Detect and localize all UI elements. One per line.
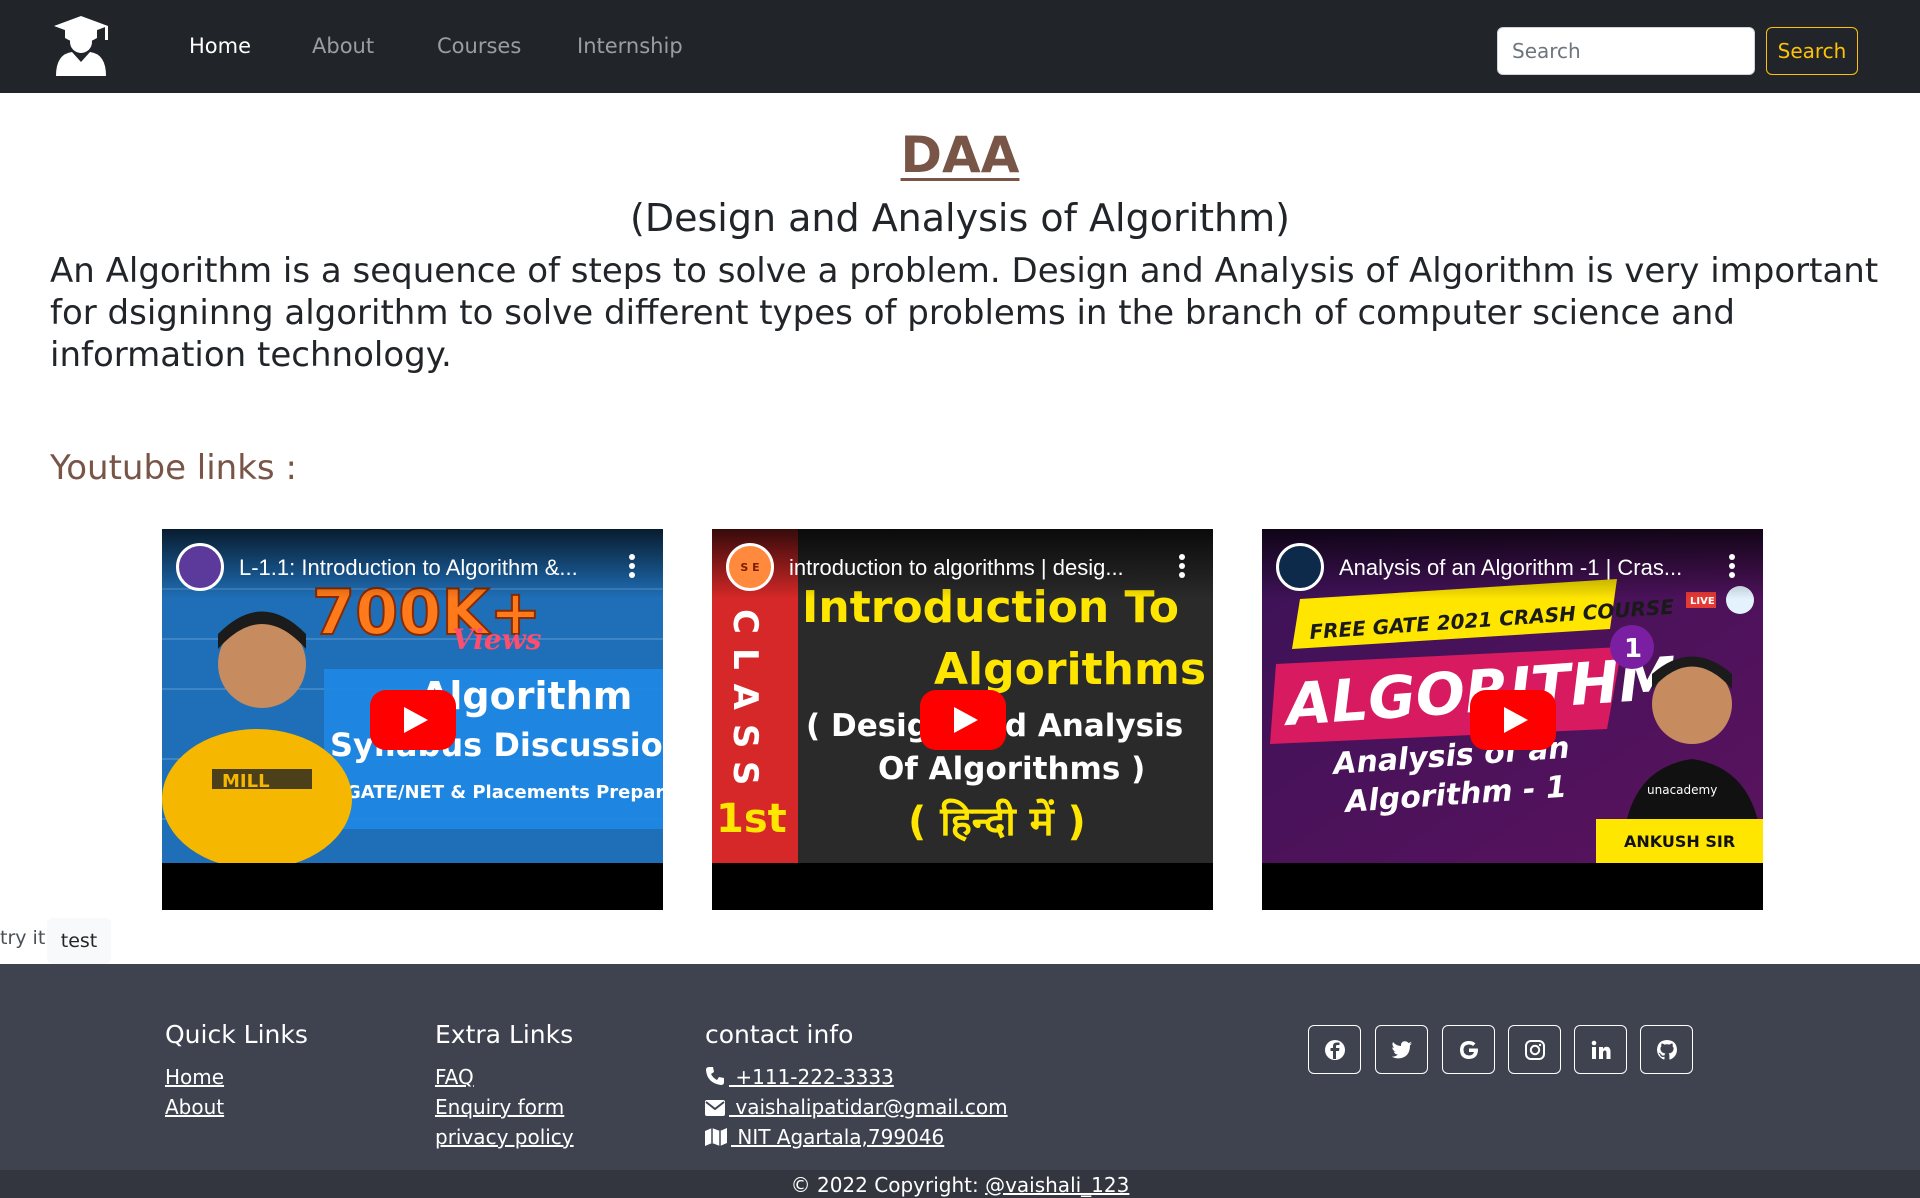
more-options-icon[interactable] <box>1722 551 1742 581</box>
github-icon[interactable] <box>1640 1025 1693 1074</box>
footer: Quick Links Home About Extra Links FAQ E… <box>0 964 1920 1198</box>
quick-links-heading: Quick Links <box>165 1020 308 1049</box>
contact-address[interactable]: NIT Agartala,799046 <box>705 1125 944 1149</box>
contact-info-heading: contact info <box>705 1020 854 1049</box>
page-title: DAA <box>900 126 1020 184</box>
copyright: © 2022 Copyright: @vaishali_123 <box>790 1173 1130 1197</box>
footer-link-privacy-policy[interactable]: privacy policy <box>435 1125 574 1149</box>
svg-text:Views: Views <box>452 623 542 656</box>
play-button-icon[interactable] <box>920 690 1006 750</box>
svg-text:GATE/NET & Placements Preparat: GATE/NET & Placements Preparation <box>346 782 663 803</box>
nav-home[interactable]: Home <box>189 34 251 58</box>
test-button[interactable]: test <box>47 918 111 964</box>
extra-links-heading: Extra Links <box>435 1020 574 1049</box>
more-options-icon[interactable] <box>1172 551 1192 581</box>
search-button[interactable]: Search <box>1766 27 1858 75</box>
svg-text:1st: 1st <box>716 796 787 842</box>
google-icon[interactable] <box>1442 1025 1495 1074</box>
video-title[interactable]: L-1.1: Introduction to Algorithm &... <box>239 555 609 581</box>
svg-text:MILL: MILL <box>222 771 270 792</box>
footer-link-home[interactable]: Home <box>165 1065 224 1089</box>
svg-text:Of Algorithms ): Of Algorithms ) <box>878 751 1145 787</box>
copyright-handle-link[interactable]: @vaishali_123 <box>985 1173 1129 1197</box>
play-button-icon[interactable] <box>370 690 456 750</box>
nav-internship[interactable]: Internship <box>577 34 683 58</box>
map-icon <box>705 1128 727 1146</box>
channel-avatar[interactable] <box>1276 543 1324 591</box>
try-it-label: try it <box>0 927 46 949</box>
channel-avatar[interactable] <box>176 543 224 591</box>
youtube-links-heading: Youtube links : <box>50 448 297 488</box>
svg-text:ANKUSH SIR: ANKUSH SIR <box>1624 832 1735 851</box>
graduate-logo-icon[interactable] <box>52 14 110 76</box>
footer-link-about[interactable]: About <box>165 1095 224 1119</box>
phone-icon <box>706 1067 724 1085</box>
instagram-icon[interactable] <box>1508 1025 1561 1074</box>
envelope-icon <box>705 1100 725 1116</box>
channel-avatar[interactable]: S E <box>726 543 774 591</box>
video-title[interactable]: Analysis of an Algorithm -1 | Cras... <box>1339 555 1709 581</box>
facebook-icon[interactable] <box>1308 1025 1361 1074</box>
search-input[interactable] <box>1497 27 1755 75</box>
twitter-icon[interactable] <box>1375 1025 1428 1074</box>
page-description: An Algorithm is a sequence of steps to s… <box>50 251 1879 375</box>
more-options-icon[interactable] <box>622 551 642 581</box>
youtube-embed-3[interactable]: FREE GATE 2021 CRASH COURSE ALGORITHM An… <box>1262 529 1763 910</box>
play-button-icon[interactable] <box>1470 690 1556 750</box>
nav-about[interactable]: About <box>312 34 374 58</box>
svg-text:CLASS: CLASS <box>725 609 765 799</box>
video-title[interactable]: introduction to algorithms | desig... <box>789 555 1159 581</box>
svg-text:1: 1 <box>1624 634 1642 664</box>
footer-link-enquiry-form[interactable]: Enquiry form <box>435 1095 564 1119</box>
page-subtitle: (Design and Analysis of Algorithm) <box>630 196 1290 240</box>
linkedin-icon[interactable] <box>1574 1025 1627 1074</box>
contact-email[interactable]: vaishalipatidar@gmail.com <box>705 1095 1008 1119</box>
svg-text:Algorithms: Algorithms <box>934 644 1206 695</box>
youtube-embed-2[interactable]: CLASS 1st Introduction To Algorithms ( D… <box>712 529 1213 910</box>
svg-text:( हिन्दी में ): ( हिन्दी में ) <box>908 798 1086 845</box>
nav-courses[interactable]: Courses <box>437 34 521 58</box>
navbar: Home About Courses Internship Search <box>0 0 1920 93</box>
youtube-embed-1[interactable]: 700K+ Views Algorithm Syllabus Discussio… <box>162 529 663 910</box>
svg-text:unacademy: unacademy <box>1647 783 1717 797</box>
footer-link-faq[interactable]: FAQ <box>435 1065 474 1089</box>
contact-phone[interactable]: +111-222-3333 <box>705 1065 894 1089</box>
